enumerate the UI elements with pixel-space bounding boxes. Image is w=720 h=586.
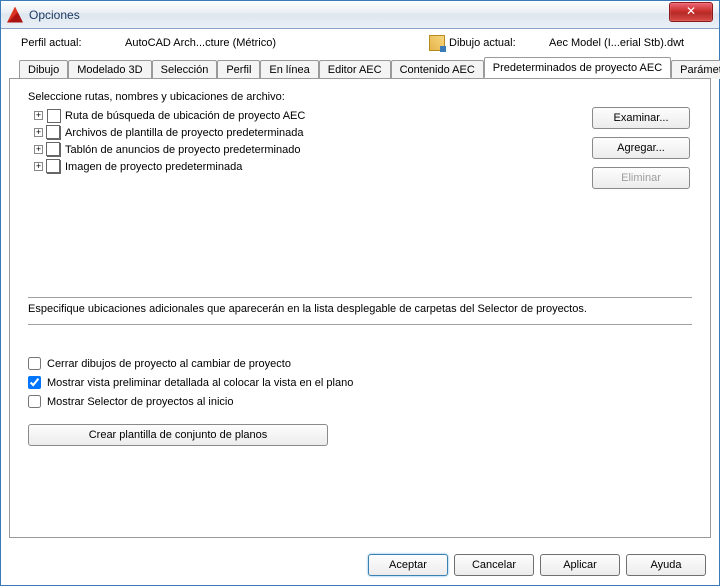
tab-parametros[interactable]: Parámetros d bbox=[671, 60, 720, 79]
files-icon bbox=[47, 126, 61, 140]
tab-strip: Dibujo Modelado 3D Selección Perfil En l… bbox=[1, 57, 719, 78]
checkbox-show-selector[interactable]: Mostrar Selector de proyectos al inicio bbox=[28, 395, 692, 408]
tab-panel: Seleccione rutas, nombres y ubicaciones … bbox=[9, 78, 711, 538]
tab-enlinea[interactable]: En línea bbox=[260, 60, 318, 79]
tab-predeterminados[interactable]: Predeterminados de proyecto AEC bbox=[484, 57, 671, 78]
ok-button[interactable]: Aceptar bbox=[368, 554, 448, 576]
expand-icon[interactable]: + bbox=[34, 111, 43, 120]
apply-button[interactable]: Aplicar bbox=[540, 554, 620, 576]
folder-icon bbox=[47, 109, 61, 123]
checkbox-input[interactable] bbox=[28, 357, 41, 370]
drawing-value: Aec Model (I...erial Stb).dwt bbox=[549, 37, 699, 49]
tree-item-label: Imagen de proyecto predeterminada bbox=[65, 161, 242, 173]
checkbox-close-drawings[interactable]: Cerrar dibujos de proyecto al cambiar de… bbox=[28, 357, 692, 370]
expand-icon[interactable]: + bbox=[34, 145, 43, 154]
checkbox-label: Mostrar Selector de proyectos al inicio bbox=[47, 396, 233, 408]
header-info: Perfil actual: AutoCAD Arch...cture (Mét… bbox=[1, 29, 719, 55]
footer-buttons: Aceptar Cancelar Aplicar Ayuda bbox=[368, 554, 706, 576]
tree-item-label: Archivos de plantilla de proyecto predet… bbox=[65, 127, 303, 139]
tree-label: Seleccione rutas, nombres y ubicaciones … bbox=[28, 91, 692, 103]
browse-button[interactable]: Examinar... bbox=[592, 107, 690, 129]
expand-icon[interactable]: + bbox=[34, 128, 43, 137]
cancel-button[interactable]: Cancelar bbox=[454, 554, 534, 576]
checkbox-input[interactable] bbox=[28, 376, 41, 389]
tree-item-label: Tablón de anuncios de proyecto predeterm… bbox=[65, 144, 300, 156]
tab-editoraec[interactable]: Editor AEC bbox=[319, 60, 391, 79]
expand-icon[interactable]: + bbox=[34, 162, 43, 171]
window-title: Opciones bbox=[29, 8, 713, 22]
app-icon bbox=[7, 7, 23, 23]
divider bbox=[28, 324, 692, 325]
checkbox-preview[interactable]: Mostrar vista preliminar detallada al co… bbox=[28, 376, 692, 389]
right-buttons: Examinar... Agregar... Eliminar bbox=[592, 107, 690, 189]
profile-label: Perfil actual: bbox=[21, 37, 125, 49]
tab-dibujo[interactable]: Dibujo bbox=[19, 60, 68, 79]
tab-seleccion[interactable]: Selección bbox=[152, 60, 218, 79]
description-text: Especifique ubicaciones adicionales que … bbox=[28, 302, 692, 316]
divider bbox=[28, 297, 692, 298]
tab-contenidoaec[interactable]: Contenido AEC bbox=[391, 60, 484, 79]
help-button[interactable]: Ayuda bbox=[626, 554, 706, 576]
titlebar: Opciones ✕ bbox=[1, 1, 719, 29]
tab-modelado3d[interactable]: Modelado 3D bbox=[68, 60, 151, 79]
checkbox-input[interactable] bbox=[28, 395, 41, 408]
files-icon bbox=[47, 143, 61, 157]
tree-item-label: Ruta de búsqueda de ubicación de proyect… bbox=[65, 110, 305, 122]
close-button[interactable]: ✕ bbox=[669, 2, 713, 22]
delete-button: Eliminar bbox=[592, 167, 690, 189]
checkbox-label: Cerrar dibujos de proyecto al cambiar de… bbox=[47, 358, 291, 370]
tab-perfil[interactable]: Perfil bbox=[217, 60, 260, 79]
checkbox-group: Cerrar dibujos de proyecto al cambiar de… bbox=[28, 357, 692, 408]
add-button[interactable]: Agregar... bbox=[592, 137, 690, 159]
checkbox-label: Mostrar vista preliminar detallada al co… bbox=[47, 377, 353, 389]
drawing-icon bbox=[429, 35, 445, 51]
profile-value: AutoCAD Arch...cture (Métrico) bbox=[125, 37, 429, 49]
files-icon bbox=[47, 160, 61, 174]
create-template-button[interactable]: Crear plantilla de conjunto de planos bbox=[28, 424, 328, 446]
drawing-label: Dibujo actual: bbox=[449, 37, 549, 49]
